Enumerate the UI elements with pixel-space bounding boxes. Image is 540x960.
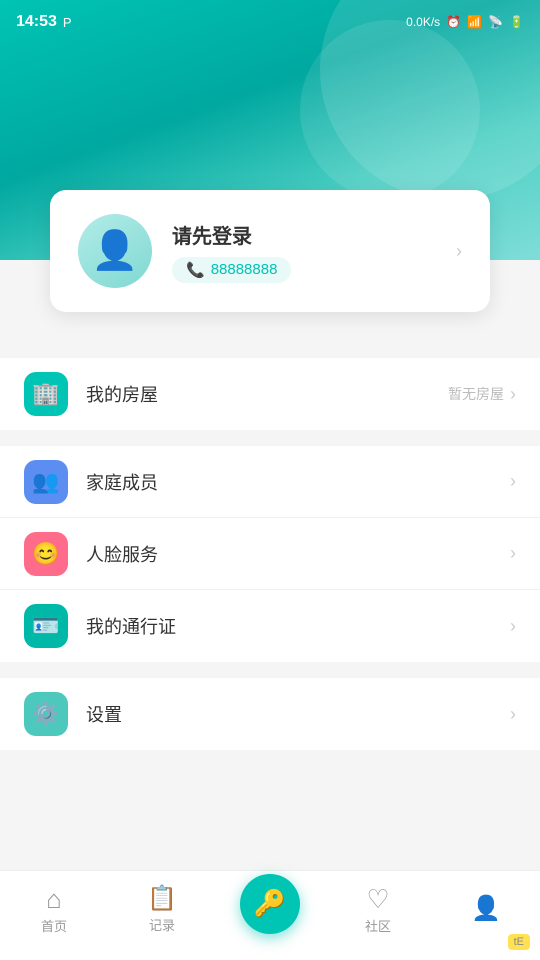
menu-section-house: 🏢 我的房屋 暂无房屋 › — [0, 358, 540, 430]
records-label: 记录 — [149, 915, 175, 934]
wifi-icon: 📡 — [488, 15, 503, 29]
phone-number: 88888888 — [211, 261, 278, 278]
my-house-label: 我的房屋 — [86, 381, 448, 407]
community-label: 社区 — [365, 916, 391, 935]
menu-item-family[interactable]: 👥 家庭成员 › — [0, 446, 540, 518]
face-label: 人脸服务 — [86, 541, 510, 567]
my-house-icon-wrap: 🏢 — [24, 372, 68, 416]
family-icon: 👥 — [32, 469, 59, 495]
settings-chevron: › — [510, 704, 516, 725]
profile-card[interactable]: 👤 请先登录 📞 88888888 › — [50, 190, 490, 312]
pass-chevron: › — [510, 616, 516, 637]
settings-right: › — [510, 704, 516, 725]
login-prompt: 请先登录 — [172, 220, 436, 249]
my-house-chevron: › — [510, 384, 516, 405]
deco-circle-2 — [300, 20, 480, 200]
my-house-right: 暂无房屋 › — [448, 384, 516, 405]
my-house-hint: 暂无房屋 — [448, 384, 504, 404]
community-icon: ♡ — [366, 886, 389, 912]
menu-section-services: 👥 家庭成员 › 😊 人脸服务 › 🪪 我的通行证 › — [0, 446, 540, 662]
pass-icon: 🪪 — [32, 613, 59, 639]
family-chevron: › — [510, 471, 516, 492]
face-right: › — [510, 543, 516, 564]
carrier-icon: P — [63, 15, 72, 30]
network-speed: 0.0K/s — [406, 15, 440, 29]
pass-right: › — [510, 616, 516, 637]
face-icon: 😊 — [32, 541, 59, 567]
pass-icon-wrap: 🪪 — [24, 604, 68, 648]
status-left: 14:53 P — [16, 13, 72, 31]
lock-icon: 🔑 — [254, 888, 286, 919]
nav-item-community[interactable]: ♡ 社区 — [324, 886, 432, 935]
nav-item-lock[interactable]: 🔑 — [216, 874, 324, 948]
menu-item-settings[interactable]: ⚙️ 设置 › — [0, 678, 540, 750]
phone-icon: 📞 — [186, 261, 205, 279]
records-icon: 📋 — [147, 887, 177, 911]
bottom-nav: ⌂ 首页 📋 记录 🔑 ♡ 社区 👤 — [0, 870, 540, 960]
avatar-icon: 👤 — [91, 229, 138, 273]
profile-phone: 📞 88888888 — [172, 257, 291, 283]
my-house-icon: 🏢 — [32, 381, 59, 407]
nav-item-profile[interactable]: 👤 — [432, 897, 540, 925]
watermark: tE — [508, 934, 530, 950]
menu-item-my-house[interactable]: 🏢 我的房屋 暂无房屋 › — [0, 358, 540, 430]
lock-center-button[interactable]: 🔑 — [240, 874, 300, 934]
status-time: 14:53 — [16, 13, 57, 31]
status-right: 0.0K/s ⏰ 📶 📡 🔋 — [406, 15, 524, 29]
home-label: 首页 — [41, 916, 67, 935]
profile-info: 请先登录 📞 88888888 — [172, 220, 436, 283]
profile-nav-icon: 👤 — [471, 897, 501, 921]
profile-arrow: › — [456, 241, 462, 262]
battery-icon: 🔋 — [509, 15, 524, 29]
home-icon: ⌂ — [46, 886, 62, 912]
family-icon-wrap: 👥 — [24, 460, 68, 504]
settings-label: 设置 — [86, 701, 510, 727]
nav-item-records[interactable]: 📋 记录 — [108, 887, 216, 934]
settings-icon: ⚙️ — [32, 701, 59, 727]
pass-label: 我的通行证 — [86, 613, 510, 639]
menu-item-face[interactable]: 😊 人脸服务 › — [0, 518, 540, 590]
family-label: 家庭成员 — [86, 469, 510, 495]
main-content: 🏢 我的房屋 暂无房屋 › 👥 家庭成员 › 😊 人脸服务 › — [0, 340, 540, 870]
menu-section-settings: ⚙️ 设置 › — [0, 678, 540, 750]
nav-item-home[interactable]: ⌂ 首页 — [0, 886, 108, 935]
face-chevron: › — [510, 543, 516, 564]
menu-item-pass[interactable]: 🪪 我的通行证 › — [0, 590, 540, 662]
alarm-icon: ⏰ — [446, 15, 461, 29]
face-icon-wrap: 😊 — [24, 532, 68, 576]
status-bar: 14:53 P 0.0K/s ⏰ 📶 📡 🔋 — [0, 0, 540, 44]
family-right: › — [510, 471, 516, 492]
signal-icon: 📶 — [467, 15, 482, 29]
avatar: 👤 — [78, 214, 152, 288]
settings-icon-wrap: ⚙️ — [24, 692, 68, 736]
